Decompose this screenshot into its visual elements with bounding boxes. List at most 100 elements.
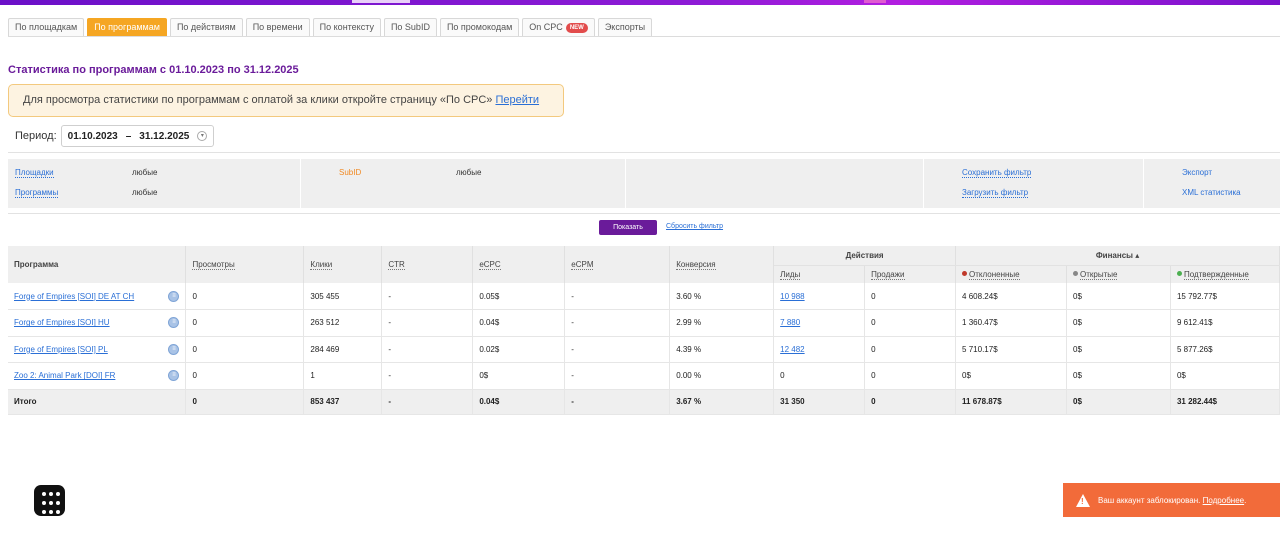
leads-link[interactable]: 12 482 <box>780 345 804 354</box>
period-date-range[interactable]: 01.10.2023 – 31.12.2025 ▾ <box>60 125 215 147</box>
cell-sales: 0 <box>864 336 957 363</box>
cell-conversion: 3.60 % <box>669 283 775 310</box>
export-link[interactable]: Экспорт <box>1182 168 1212 177</box>
leads-link[interactable]: 7 880 <box>780 318 800 327</box>
cell-ecpm: - <box>564 309 671 337</box>
account-blocked-toast: Ваш аккаунт заблокирован. Подробнее. <box>1063 483 1280 517</box>
rejected-dot-icon <box>962 270 968 276</box>
new-badge: NEW <box>565 23 588 33</box>
warning-triangle-icon <box>1076 493 1090 507</box>
tab-by-promocodes[interactable]: По промокодам <box>439 18 520 36</box>
filter-programs-link[interactable]: Программы <box>15 188 59 198</box>
program-link[interactable]: Forge of Empires [SOI] DE AT CH <box>14 292 134 301</box>
col-sales[interactable]: Продажи <box>864 265 957 283</box>
tab-exports[interactable]: Экспорты <box>597 18 653 36</box>
total-rejected: 11 678.87$ <box>955 389 1067 415</box>
load-filter-link[interactable]: Загрузить фильтр <box>962 188 1029 198</box>
total-label: Итого <box>8 389 187 415</box>
cell-ctr: - <box>381 309 474 337</box>
col-views[interactable]: Просмотры <box>185 246 305 283</box>
total-ecpm: - <box>564 389 671 415</box>
total-views: 0 <box>185 389 305 415</box>
filter-divider <box>1143 159 1144 208</box>
filter-subid-link[interactable]: SubID <box>339 168 361 177</box>
col-ecpc[interactable]: eCPC <box>472 246 566 283</box>
cell-open: 0$ <box>1066 309 1171 337</box>
tab-by-time[interactable]: По времени <box>245 18 310 36</box>
cell-open: 0$ <box>1066 362 1171 390</box>
col-confirmed[interactable]: Подтвержденные <box>1170 265 1280 283</box>
program-link[interactable]: Forge of Empires [SOI] PL <box>14 345 108 354</box>
table-row: Zoo 2: Animal Park [DOI] FR ≡ 0 1 - 0$ - … <box>8 362 1280 390</box>
total-leads: 31 350 <box>773 389 866 415</box>
open-dot-icon <box>1073 270 1078 276</box>
filter-programs-value: любые <box>132 188 158 197</box>
reset-filter-link[interactable]: Сбросить фильтр <box>666 223 723 230</box>
tab-on-cpc[interactable]: On CPC NEW <box>522 18 595 36</box>
notice-go-link[interactable]: Перейти <box>495 94 539 106</box>
cell-views: 0 <box>185 336 305 363</box>
cell-rejected: 0$ <box>955 362 1067 390</box>
info-circle-icon[interactable]: ≡ <box>168 370 180 382</box>
programs-stats-table: Программа Просмотры Клики CTR eCPC eCPM … <box>8 246 1280 415</box>
toast-details-link[interactable]: Подробнее <box>1203 496 1245 505</box>
program-link[interactable]: Forge of Empires [SOI] HU <box>14 318 110 327</box>
cell-sales: 0 <box>864 309 957 337</box>
program-link[interactable]: Zoo 2: Animal Park [DOI] FR <box>14 371 115 380</box>
cell-ecpc: 0.02$ <box>472 336 566 363</box>
cell-clicks: 284 469 <box>303 336 383 363</box>
page-title: Статистика по программам с 01.10.2023 по… <box>8 64 299 76</box>
filter-sites-link[interactable]: Площадки <box>15 168 54 178</box>
apps-grid-icon[interactable] <box>34 485 65 516</box>
divider <box>8 152 1280 153</box>
cell-clicks: 1 <box>303 362 383 390</box>
cell-ecpc: 0$ <box>472 362 566 390</box>
cell-leads: 0 <box>773 362 866 390</box>
cell-open: 0$ <box>1066 283 1171 310</box>
cell-open: 0$ <box>1066 336 1171 363</box>
col-open[interactable]: Открытые <box>1066 265 1171 283</box>
info-circle-icon[interactable]: ≡ <box>168 290 180 302</box>
total-conversion: 3.67 % <box>669 389 775 415</box>
total-sales: 0 <box>864 389 957 415</box>
filter-divider <box>625 159 626 208</box>
cell-ctr: - <box>381 283 474 310</box>
cell-clicks: 263 512 <box>303 309 383 337</box>
period-label: Период: <box>15 130 57 142</box>
col-program[interactable]: Программа <box>8 246 187 283</box>
xml-stats-link[interactable]: XML статистика <box>1182 188 1241 197</box>
period-dash: – <box>125 130 132 142</box>
tab-by-subid[interactable]: По SubID <box>383 18 437 36</box>
cell-ecpm: - <box>564 283 671 310</box>
tabs-divider <box>8 36 1280 37</box>
total-clicks: 853 437 <box>303 389 383 415</box>
cell-confirmed: 5 877.26$ <box>1170 336 1280 363</box>
cell-views: 0 <box>185 283 305 310</box>
filter-divider <box>300 159 301 208</box>
cell-confirmed: 9 612.41$ <box>1170 309 1280 337</box>
info-circle-icon[interactable]: ≡ <box>168 317 180 329</box>
col-ecpm[interactable]: eCPM <box>564 246 671 283</box>
tab-by-programs[interactable]: По программам <box>87 18 167 36</box>
col-leads[interactable]: Лиды <box>773 265 866 283</box>
tab-by-context[interactable]: По контексту <box>312 18 381 36</box>
table-row: Forge of Empires [SOI] PL ≡ 0 284 469 - 0… <box>8 336 1280 363</box>
col-rejected[interactable]: Отклоненные <box>955 265 1067 283</box>
tab-by-actions[interactable]: По действиям <box>169 18 243 36</box>
col-conversion[interactable]: Конверсия <box>669 246 775 283</box>
filter-sites-value: любые <box>132 168 158 177</box>
notice-text: Для просмотра статистики по программам с… <box>23 94 496 106</box>
cell-rejected: 1 360.47$ <box>955 309 1067 337</box>
info-circle-icon[interactable]: ≡ <box>168 343 180 355</box>
chevron-down-icon[interactable]: ▾ <box>197 131 208 141</box>
cell-ecpc: 0.04$ <box>472 309 566 337</box>
cell-confirmed: 0$ <box>1170 362 1280 390</box>
col-ctr[interactable]: CTR <box>381 246 474 283</box>
col-clicks[interactable]: Клики <box>303 246 383 283</box>
show-button[interactable]: Показать <box>599 220 657 235</box>
tab-by-sites[interactable]: По площадкам <box>8 18 85 36</box>
table-row: Forge of Empires [SOI] HU ≡ 0 263 512 - 0… <box>8 309 1280 337</box>
group-finance[interactable]: Финансы ▴ <box>955 246 1280 266</box>
save-filter-link[interactable]: Сохранить фильтр <box>962 168 1032 178</box>
leads-link[interactable]: 10 988 <box>780 292 804 301</box>
